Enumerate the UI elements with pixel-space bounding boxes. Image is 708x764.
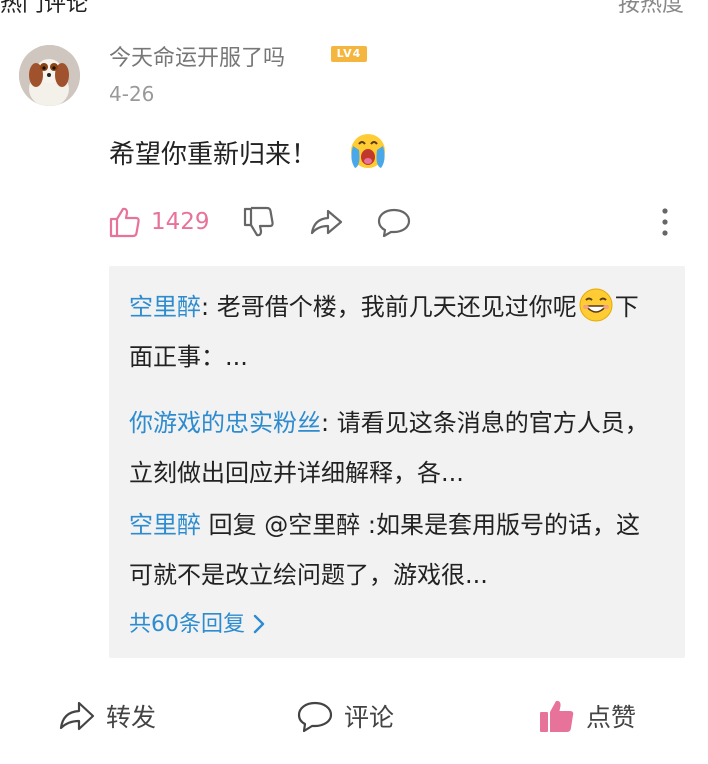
section-title: 热门评论 [0, 0, 89, 17]
chevron-right-icon [253, 614, 265, 634]
crying-face-icon [351, 134, 385, 168]
comment-text: 希望你重新归来！ [109, 140, 318, 170]
top-partial-header: 热门评论 按热度 [0, 0, 708, 17]
username[interactable]: 今天命运开服了吗 [109, 40, 285, 72]
reply-item[interactable]: 你游戏的忠实粉丝: 请看见这条消息的官方人员，立刻做出回应并详细解释，各... [129, 398, 659, 498]
reply-separator: : [201, 293, 217, 321]
reply-separator: : [321, 409, 337, 437]
share-icon[interactable] [308, 205, 344, 239]
avatar[interactable] [19, 45, 80, 106]
share-icon [59, 701, 95, 731]
reply-author[interactable]: 空里醉 [129, 511, 201, 539]
reply-item[interactable]: 空里醉: 老哥借个楼，我前几天还见过你呢 下面正事：... [129, 282, 659, 382]
like-label: 点赞 [586, 703, 637, 732]
grinning-face-icon [579, 288, 613, 322]
like-count: 1429 [151, 209, 210, 235]
thumbs-up-filled-icon [540, 700, 574, 732]
dog-avatar-image [19, 45, 80, 106]
reply-text: 回复 @空里醉 :如果是套用版号的话，这可就不是改立绘问题了，游戏很... [129, 511, 640, 589]
share-button[interactable]: 转发 [58, 694, 156, 738]
comment-icon[interactable] [376, 205, 412, 239]
comment-date: 4-26 [109, 82, 155, 106]
comment-button[interactable]: 评论 [296, 694, 394, 738]
sort-option[interactable]: 按热度 [618, 0, 684, 18]
thumbs-down-icon[interactable] [242, 205, 276, 239]
reply-count-label: 共60条回复 [129, 612, 245, 637]
reply-item[interactable]: 空里醉 回复 @空里醉 :如果是套用版号的话，这可就不是改立绘问题了，游戏很..… [129, 500, 659, 600]
view-all-replies-link[interactable]: 共60条回复 [129, 606, 267, 638]
reply-author[interactable]: 你游戏的忠实粉丝 [129, 409, 321, 437]
level-badge: LV4 [331, 46, 367, 62]
reply-text: 老哥借个楼，我前几天还见过你呢 [216, 293, 577, 321]
share-label: 转发 [106, 703, 157, 732]
more-options-icon[interactable] [655, 205, 675, 239]
replies-panel: 空里醉: 老哥借个楼，我前几天还见过你呢 下面正事：... 你游戏的忠实粉丝: 请… [109, 266, 685, 658]
reply-author[interactable]: 空里醉 [129, 293, 201, 321]
comment-label: 评论 [344, 703, 395, 732]
comment-icon [297, 701, 333, 733]
like-button[interactable]: 点赞 [538, 694, 636, 738]
thumbs-up-icon[interactable] [108, 205, 142, 239]
